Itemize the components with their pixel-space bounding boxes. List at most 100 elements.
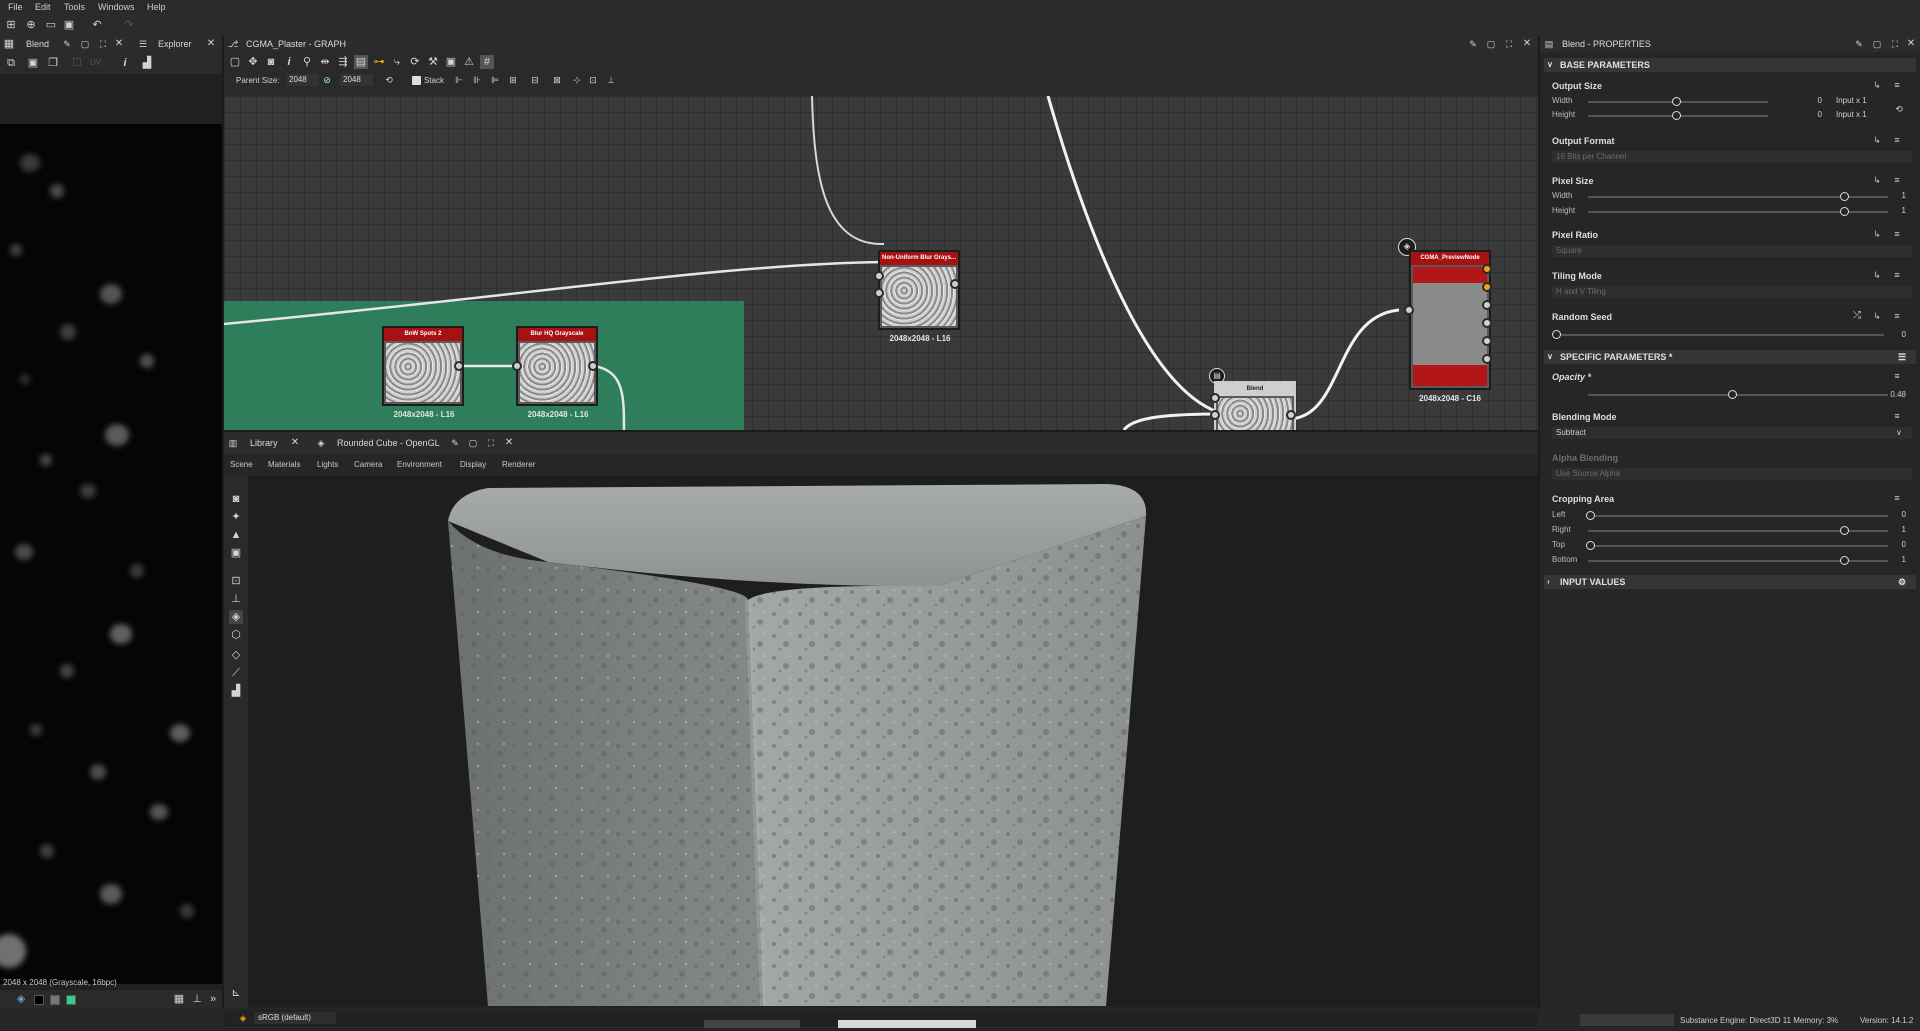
crop-right-value[interactable]: 1 — [1886, 525, 1906, 534]
expand-icon[interactable]: » — [206, 992, 220, 1006]
menu-icon[interactable]: ☰ — [1898, 350, 1906, 364]
crop-bottom-handle[interactable] — [1840, 556, 1849, 565]
uv-label[interactable]: UV — [90, 58, 101, 67]
spread-icon[interactable]: ⊹ — [570, 73, 584, 87]
graph-canvas[interactable]: BnW Spots 2 2048x2048 - L16 Blur HQ Gray… — [224, 96, 1538, 430]
restore-icon[interactable]: ▢ — [78, 37, 92, 51]
search-icon[interactable]: ⚲ — [300, 55, 314, 69]
snap-icon[interactable]: ⊡ — [586, 73, 600, 87]
menu-icon[interactable]: ≡ — [1890, 369, 1904, 383]
warning-icon[interactable]: ⚠ — [462, 55, 476, 69]
align-right-icon[interactable]: ⊫ — [488, 73, 502, 87]
menu-icon[interactable]: ≡ — [1890, 173, 1904, 187]
menu-environment[interactable]: Environment — [397, 460, 442, 469]
close-icon[interactable]: ✕ — [288, 436, 302, 450]
pixel-height-handle[interactable] — [1840, 207, 1849, 216]
thumbnail-strip[interactable] — [704, 1020, 800, 1028]
tab-3d-view[interactable]: Rounded Cube - OpenGL — [337, 435, 440, 451]
specific-parameters-header[interactable]: ∨ SPECIFIC PARAMETERS * ☰ — [1544, 350, 1916, 364]
output-port[interactable] — [588, 361, 598, 371]
random-seed-handle[interactable] — [1552, 330, 1561, 339]
maximize-icon[interactable]: ⛶ — [484, 436, 498, 450]
crop-left-value[interactable]: 0 — [1886, 510, 1906, 519]
tiling-mode-select[interactable]: H and V Tiling — [1552, 286, 1912, 298]
axis-icon[interactable]: ⊥ — [229, 592, 243, 606]
close-icon[interactable]: ✕ — [502, 436, 516, 450]
height-mode[interactable]: Input x 1 — [1836, 110, 1876, 119]
pixel-height-value[interactable]: 1 — [1886, 206, 1906, 215]
close-icon[interactable]: ✕ — [1904, 37, 1918, 51]
menu-help[interactable]: Help — [147, 2, 166, 12]
crop-left-slider[interactable] — [1588, 515, 1888, 517]
undo-icon[interactable]: ↶ — [90, 18, 104, 32]
cube-icon[interactable]: ◈ — [229, 610, 243, 624]
save-icon[interactable]: ▣ — [26, 56, 40, 70]
function-icon[interactable]: ↳ — [1870, 173, 1884, 187]
output-port[interactable] — [950, 279, 960, 289]
camera-icon[interactable]: ◙ — [264, 55, 278, 69]
input-port[interactable] — [512, 361, 522, 371]
alpha-blending-select[interactable]: Use Source Alpha — [1552, 468, 1912, 480]
3d-viewport[interactable] — [248, 476, 1538, 1006]
pixel-width-handle[interactable] — [1840, 192, 1849, 201]
maximize-icon[interactable]: ⛶ — [1502, 37, 1516, 51]
frame-icon[interactable]: ▢ — [228, 55, 242, 69]
menu-file[interactable]: File — [8, 2, 23, 12]
input-port[interactable] — [1404, 305, 1414, 315]
output-port[interactable] — [1482, 300, 1492, 310]
input-port[interactable] — [874, 271, 884, 281]
output-port[interactable] — [1482, 318, 1492, 328]
menu-icon[interactable]: ≡ — [1890, 268, 1904, 282]
menu-lights[interactable]: Lights — [317, 460, 338, 469]
tab-library[interactable]: Library — [250, 435, 278, 451]
distribute-icon[interactable]: ⊞ — [506, 73, 520, 87]
input-port[interactable] — [1210, 393, 1220, 403]
restore-icon[interactable]: ▢ — [1484, 37, 1498, 51]
layout-icon[interactable]: ▤ — [354, 55, 368, 69]
light-icon[interactable]: ✦ — [229, 510, 243, 524]
redo-icon[interactable]: ↷ — [122, 18, 136, 32]
random-seed-slider[interactable] — [1554, 334, 1884, 336]
output-port[interactable] — [1482, 264, 1492, 274]
open-folder-icon[interactable]: ▭ — [44, 18, 58, 32]
thumbnail-strip[interactable] — [838, 1020, 976, 1028]
link-icon[interactable]: ⊶ — [372, 55, 386, 69]
histogram-icon[interactable]: ▟ — [140, 56, 154, 70]
opacity-slider-handle[interactable] — [1728, 390, 1737, 399]
output-port[interactable] — [1482, 282, 1492, 292]
function-icon[interactable]: ↳ — [1870, 268, 1884, 282]
edge-icon[interactable]: ⤷ — [390, 55, 404, 69]
tools-icon[interactable]: ⚒ — [426, 55, 440, 69]
blending-mode-select[interactable]: Subtract — [1552, 427, 1912, 439]
tiling-icon[interactable]: ⊥ — [190, 992, 204, 1006]
new-graph-icon[interactable]: ⊕ — [24, 18, 38, 32]
base-parameters-header[interactable]: ∨ BASE PARAMETERS — [1544, 58, 1916, 72]
parent-size-select[interactable]: 2048 — [286, 74, 319, 86]
pin-icon[interactable]: ✎ — [60, 37, 74, 51]
node-preview[interactable]: CGMA_PreviewNode — [1409, 250, 1491, 390]
close-icon[interactable]: ✕ — [204, 37, 218, 51]
node-blend[interactable]: Blend — [1214, 381, 1296, 430]
pin-icon[interactable]: ✎ — [1466, 37, 1480, 51]
distribute-h-icon[interactable]: ⊟ — [528, 73, 542, 87]
random-seed-value[interactable]: 0 — [1886, 330, 1906, 339]
menu-display[interactable]: Display — [460, 460, 486, 469]
crop-right-handle[interactable] — [1840, 526, 1849, 535]
menu-icon[interactable]: ≡ — [1890, 409, 1904, 423]
stats-icon[interactable]: ▟ — [229, 684, 243, 698]
black-bg-swatch[interactable] — [34, 995, 44, 1005]
anchor-icon[interactable]: ⊥ — [604, 73, 618, 87]
refresh-node-icon[interactable]: ⟳ — [408, 55, 422, 69]
plane-icon[interactable]: ◇ — [229, 648, 243, 662]
settings-icon[interactable]: ⚙ — [1898, 575, 1906, 589]
grid-icon[interactable]: ▦ — [172, 992, 186, 1006]
link-icon[interactable]: ⟲ — [1892, 102, 1906, 116]
align-icon[interactable]: ⇹ — [318, 55, 332, 69]
menu-materials[interactable]: Materials — [268, 460, 300, 469]
function-icon[interactable]: ↳ — [1870, 133, 1884, 147]
colorspace-select[interactable]: sRGB (default) — [254, 1012, 336, 1024]
height-slider-handle[interactable] — [1672, 111, 1681, 120]
2d-preview-image[interactable] — [0, 124, 222, 984]
info-icon[interactable]: i — [118, 56, 132, 70]
channels-icon[interactable]: ◈ — [14, 992, 28, 1006]
